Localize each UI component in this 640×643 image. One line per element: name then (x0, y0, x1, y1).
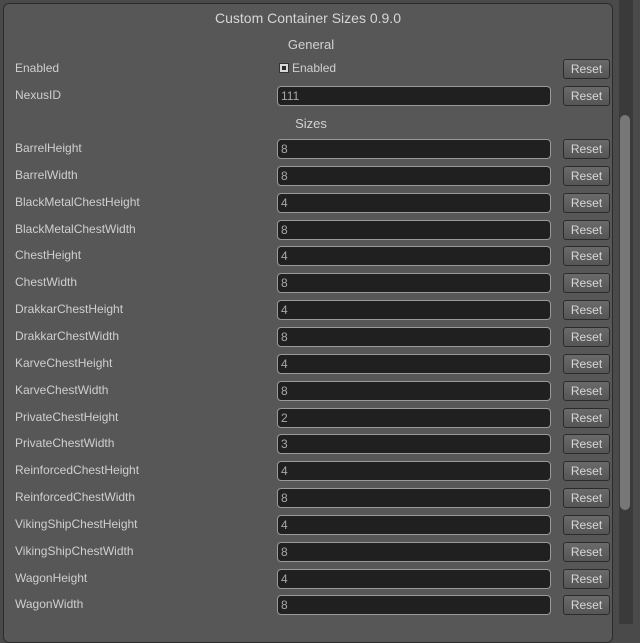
setting-row: BlackMetalChestHeight 4 Reset (0, 192, 640, 214)
setting-label: BlackMetalChestWidth (15, 222, 136, 236)
setting-label: DrakkarChestHeight (15, 302, 124, 316)
setting-label: KarveChestHeight (15, 356, 113, 370)
size-value-input[interactable]: 4 (277, 515, 551, 535)
setting-row: BarrelHeight 8 Reset (0, 138, 640, 160)
reset-button[interactable]: Reset (563, 166, 610, 186)
setting-row: BlackMetalChestWidth 8 Reset (0, 219, 640, 241)
reset-button[interactable]: Reset (563, 515, 610, 535)
size-value-input[interactable]: 4 (277, 569, 551, 589)
size-value-input[interactable]: 8 (277, 488, 551, 508)
checkbox-label[interactable]: Enabled (292, 60, 336, 76)
size-value-input[interactable]: 8 (277, 139, 551, 159)
setting-row: ChestHeight 4 Reset (0, 245, 640, 267)
setting-row: KarveChestHeight 4 Reset (0, 353, 640, 375)
size-value-input[interactable]: 4 (277, 300, 551, 320)
reset-button[interactable]: Reset (563, 59, 610, 79)
setting-label: PrivateChestHeight (15, 410, 119, 424)
reset-button[interactable]: Reset (563, 354, 610, 374)
setting-label: PrivateChestWidth (15, 436, 115, 450)
setting-label: BarrelWidth (15, 168, 78, 182)
size-value-input[interactable]: 4 (277, 193, 551, 213)
setting-row: DrakkarChestWidth 8 Reset (0, 326, 640, 348)
size-value-input[interactable]: 8 (277, 381, 551, 401)
setting-row: BarrelWidth 8 Reset (0, 165, 640, 187)
setting-row-enabled: Enabled Enabled Reset (0, 58, 640, 80)
reset-button[interactable]: Reset (563, 408, 610, 428)
setting-row: VikingShipChestWidth 8 Reset (0, 541, 640, 563)
setting-label: DrakkarChestWidth (15, 329, 120, 343)
reset-button[interactable]: Reset (563, 381, 610, 401)
reset-button[interactable]: Reset (563, 273, 610, 293)
reset-button[interactable]: Reset (563, 461, 610, 481)
setting-label: VikingShipChestWidth (15, 544, 134, 558)
reset-button[interactable]: Reset (563, 139, 610, 159)
reset-button[interactable]: Reset (563, 86, 610, 106)
nexusid-input[interactable]: 111 (277, 86, 551, 106)
checkbox[interactable] (279, 63, 289, 73)
size-value-input[interactable]: 2 (277, 408, 551, 428)
setting-row: KarveChestWidth 8 Reset (0, 380, 640, 402)
size-value-input[interactable]: 8 (277, 327, 551, 347)
setting-row-nexusid: NexusID 111 Reset (0, 85, 640, 107)
setting-label: BarrelHeight (15, 141, 82, 155)
setting-label: ChestWidth (15, 275, 78, 289)
reset-button[interactable]: Reset (563, 434, 610, 454)
setting-label: Enabled (15, 61, 60, 75)
setting-label: ReinforcedChestHeight (15, 463, 140, 477)
setting-row: PrivateChestWidth 3 Reset (0, 433, 640, 455)
setting-label: VikingShipChestHeight (15, 517, 138, 531)
window-title: Custom Container Sizes 0.9.0 (215, 10, 401, 26)
setting-row: WagonWidth 8 Reset (0, 594, 640, 616)
scrollbar-thumb[interactable] (620, 115, 630, 510)
setting-label: WagonHeight (15, 571, 88, 585)
setting-label: WagonWidth (15, 597, 84, 611)
setting-label: ReinforcedChestWidth (15, 490, 136, 504)
setting-label: ChestHeight (15, 248, 82, 262)
reset-button[interactable]: Reset (563, 488, 610, 508)
setting-row: VikingShipChestHeight 4 Reset (0, 514, 640, 536)
reset-button[interactable]: Reset (563, 300, 610, 320)
reset-button[interactable]: Reset (563, 220, 610, 240)
setting-label: BlackMetalChestHeight (15, 195, 140, 209)
setting-label: KarveChestWidth (15, 383, 109, 397)
setting-row: ReinforcedChestHeight 4 Reset (0, 460, 640, 482)
size-value-input[interactable]: 8 (277, 595, 551, 615)
size-value-input[interactable]: 4 (277, 246, 551, 266)
reset-button[interactable]: Reset (563, 246, 610, 266)
reset-button[interactable]: Reset (563, 193, 610, 213)
size-value-input[interactable]: 8 (277, 220, 551, 240)
setting-row: ChestWidth 8 Reset (0, 272, 640, 294)
reset-button[interactable]: Reset (563, 595, 610, 615)
section-header-sizes: Sizes (295, 116, 327, 131)
reset-button[interactable]: Reset (563, 542, 610, 562)
setting-row: PrivateChestHeight 2 Reset (0, 407, 640, 429)
setting-row: ReinforcedChestWidth 8 Reset (0, 487, 640, 509)
size-value-input[interactable]: 8 (277, 542, 551, 562)
size-value-input[interactable]: 4 (277, 354, 551, 374)
setting-row: WagonHeight 4 Reset (0, 568, 640, 590)
size-value-input[interactable]: 4 (277, 461, 551, 481)
size-value-input[interactable]: 3 (277, 434, 551, 454)
reset-button[interactable]: Reset (563, 327, 610, 347)
size-value-input[interactable]: 8 (277, 166, 551, 186)
checkmark-icon (282, 66, 286, 70)
section-header-general: General (287, 37, 335, 52)
setting-row: DrakkarChestHeight 4 Reset (0, 299, 640, 321)
setting-label: NexusID (15, 88, 62, 102)
reset-button[interactable]: Reset (563, 569, 610, 589)
size-value-input[interactable]: 8 (277, 273, 551, 293)
